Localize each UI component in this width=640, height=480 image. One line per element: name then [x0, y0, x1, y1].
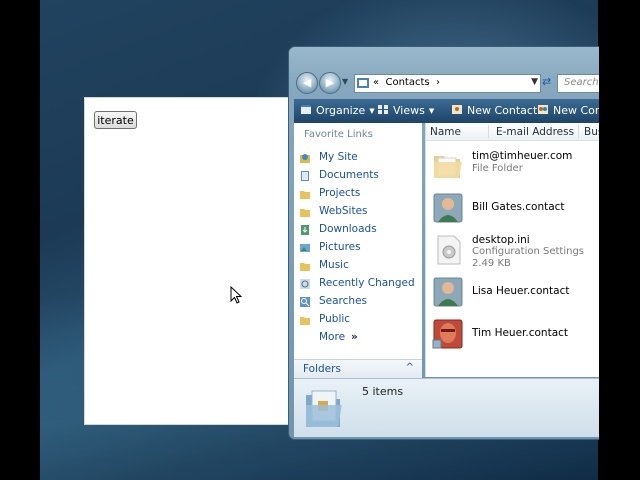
favorite-link-recently-changed[interactable]: Recently Changed	[294, 275, 422, 293]
folder-icon	[434, 156, 462, 178]
organize-icon	[301, 105, 311, 114]
file-item-contact[interactable]: Tim Heuer.contact	[426, 313, 599, 355]
search-icon	[300, 297, 310, 307]
mouse-cursor-icon	[230, 286, 243, 304]
new-contact-group-button[interactable]: New Conta	[537, 104, 599, 117]
favorite-link-websites[interactable]: WebSites	[294, 203, 422, 221]
documents-icon	[301, 171, 309, 181]
more-links-button[interactable]: More»	[294, 329, 422, 347]
favorite-link-my-site[interactable]: My Site	[294, 149, 422, 167]
new-contact-icon	[452, 105, 462, 114]
breadcrumb-arrow[interactable]: ›	[436, 77, 440, 88]
address-row: ◀ ▶ ▼ « Contacts › ▼ ⇄ Search	[289, 67, 599, 95]
address-dropdown-icon[interactable]: ▼	[531, 77, 538, 87]
folders-label: Folders	[303, 363, 341, 375]
favorite-link-pictures[interactable]: Pictures	[294, 239, 422, 257]
favorite-links-title: Favorite Links	[304, 129, 373, 140]
music-icon	[300, 263, 310, 271]
breadcrumb-contacts[interactable]: Contacts	[385, 77, 429, 88]
pictures-icon	[300, 244, 310, 252]
iterate-button[interactable]: iterate	[94, 111, 137, 129]
organize-button[interactable]: Organize ▼	[300, 104, 375, 117]
details-pane: 5 items	[294, 378, 599, 437]
contact-icon	[433, 193, 463, 223]
folder-icon	[300, 317, 310, 325]
item-count: 5 items	[362, 385, 404, 398]
app-window: iterate	[84, 97, 290, 425]
back-button[interactable]: ◀	[296, 72, 318, 94]
search-input[interactable]: Search	[557, 74, 599, 93]
file-item-folder[interactable]: tim@timheuer.com File Folder	[426, 145, 599, 187]
file-item-settings[interactable]: desktop.ini Configuration Settings 2.49 …	[426, 229, 599, 271]
contact-icon	[433, 277, 463, 307]
views-button[interactable]: Views ▼	[377, 104, 434, 117]
history-dropdown-icon[interactable]: ▼	[342, 77, 348, 86]
new-contact-group-icon	[538, 105, 548, 114]
contacts-folder-icon	[306, 390, 342, 427]
column-header-name[interactable]: Name	[430, 126, 461, 138]
favorite-link-public[interactable]: Public	[294, 311, 422, 329]
forward-button[interactable]: ▶	[319, 72, 341, 94]
folder-icon	[300, 209, 310, 217]
explorer-window: ◀ ▶ ▼ « Contacts › ▼ ⇄ Search Organize ▼ …	[288, 46, 599, 440]
file-item-contact[interactable]: Lisa Heuer.contact	[426, 271, 599, 313]
views-icon	[378, 105, 388, 114]
search-placeholder: Search	[564, 77, 599, 88]
column-headers: Name E-mail Address Bus	[426, 123, 599, 141]
favorite-link-downloads[interactable]: Downloads	[294, 221, 422, 239]
chevron-up-icon: ^	[405, 362, 414, 373]
address-bar[interactable]: « Contacts › ▼	[354, 74, 541, 93]
favorite-link-projects[interactable]: Projects	[294, 185, 422, 203]
settings-file-icon	[437, 235, 461, 265]
file-item-contact[interactable]: Bill Gates.contact	[426, 187, 599, 229]
navigation-pane: Favorite Links My Site Documents Project…	[294, 123, 422, 377]
column-header-email[interactable]: E-mail Address	[496, 126, 574, 138]
command-toolbar: Organize▼ Views▼ New Contact New Conta	[294, 99, 599, 123]
recent-icon	[300, 279, 310, 289]
favorite-link-music[interactable]: Music	[294, 257, 422, 275]
folder-icon	[300, 191, 310, 199]
favorite-link-documents[interactable]: Documents	[294, 167, 422, 185]
contact-photo-icon	[432, 319, 463, 349]
file-list: tim@timheuer.com File Folder Bill Gates.…	[426, 145, 599, 355]
site-icon	[300, 154, 310, 163]
contacts-folder-icon	[357, 78, 369, 88]
downloads-icon	[301, 225, 309, 235]
column-header-business[interactable]: Bus	[584, 126, 599, 138]
favorite-link-searches[interactable]: Searches	[294, 293, 422, 311]
folders-toggle[interactable]: Folders ^	[294, 359, 422, 379]
refresh-icon[interactable]: ⇄	[542, 75, 556, 91]
breadcrumb-chevrons[interactable]: «	[373, 77, 379, 88]
more-chevron-icon: »	[351, 331, 358, 343]
file-list-pane: Name E-mail Address Bus tim@timheuer.com…	[425, 123, 599, 377]
new-contact-button[interactable]: New Contact	[451, 104, 537, 117]
